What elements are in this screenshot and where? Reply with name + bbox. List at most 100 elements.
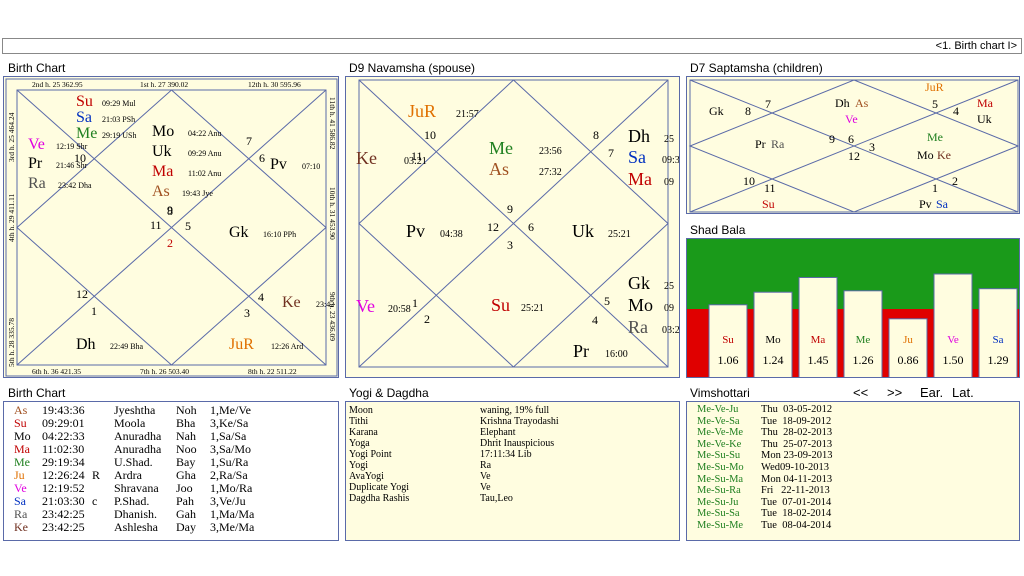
vim-period-row[interactable]: Me-Ve-Me Thu 28-02-2013 xyxy=(697,427,1019,439)
saptamsha-planet-sa: Sa xyxy=(936,197,949,211)
saptamsha-planet-ma: Ma xyxy=(977,96,994,110)
birth-planet-su: Su xyxy=(76,93,93,110)
vim-period-code: Me-Su-Me xyxy=(697,519,744,531)
navamsha-planet-detail: 25:21 xyxy=(521,303,544,314)
birth-table-cell-n: Ashlesha xyxy=(114,520,158,534)
vim-dasha-lord: Ju xyxy=(729,404,739,415)
saptamsha-diagram[interactable]: 8 7 5 49 612310 11 1 2GkDh AsVeJuRMaUkPr Ra MeMo Ke… xyxy=(687,77,1020,214)
saptamsha-planet-ve: Ve xyxy=(845,112,858,126)
vim-dasha-lord: Me xyxy=(697,496,711,508)
vim-dasha-lord: Sa xyxy=(729,508,740,520)
yogi-value: Tau,Leo xyxy=(480,493,513,504)
saptamsha-house-number: 8 xyxy=(745,104,751,118)
birth-planet-detail: 12:26 Ard xyxy=(271,342,303,351)
vim-period-code: Me-Ve-Me xyxy=(697,427,744,439)
saptamsha-planet-ke: Ke xyxy=(937,148,951,162)
birth-planet-uk: Uk xyxy=(152,143,172,160)
vim-period-row[interactable]: Me-Ve-Ju Thu 03-05-2012 xyxy=(697,404,1019,416)
saptamsha-planet-uk: Uk xyxy=(977,112,992,126)
birth-planet-pr: Pr xyxy=(28,155,43,172)
vim-prev-button[interactable]: << xyxy=(853,386,868,400)
birth-planet-detail: 29:19 USh xyxy=(102,131,136,140)
vim-period-row[interactable]: Me-Ve-Ke Thu 25-07-2013 xyxy=(697,439,1019,451)
vim-next-button[interactable]: >> xyxy=(887,386,902,400)
birth-table-cell-x: 3,Me/Ma xyxy=(210,520,255,534)
birth-table-cell-r xyxy=(92,443,114,456)
vim-period-row[interactable]: Me-Su-Ma Mon 04-11-2013 xyxy=(697,474,1019,486)
vim-dasha-lord: Mo xyxy=(729,461,744,473)
navamsha-planet-ve: Ve xyxy=(356,296,375,316)
yogi-title: Yogi & Dagdha xyxy=(349,386,429,400)
vim-dasha-lord: Su xyxy=(714,450,726,462)
birth-house-number: 3 xyxy=(244,306,250,320)
saptamsha-panel[interactable]: 8 7 5 4 9 6 12 3 10 11 1 2 Gk Dh As Ve JuR Ma Uk Pr Ra Me Mo Ke… xyxy=(686,76,1020,214)
birth-planet-detail: 09:29 Anu xyxy=(188,149,222,158)
shad-bala-panel: Su 1.06 Mo 1.24 Ma 1.45 Me 1.26 Ju 0.86 Ve 1.50 Sa 1.… xyxy=(686,238,1020,378)
navamsha-planet-detail: 21:57 xyxy=(456,109,479,120)
birth-chart-panel[interactable]: 2nd h. 25 362.95 1st h. 27 390.02 12th h. … xyxy=(3,76,339,378)
vim-dasha-lord: Me xyxy=(729,427,744,439)
vim-period-row[interactable]: Me-Su-Sa Tue 18-02-2014 xyxy=(697,508,1019,520)
birth-planet-detail: 23:42 Dha xyxy=(58,181,92,190)
navamsha-planet-uk: Uk xyxy=(572,221,594,241)
yogi-key: Karana xyxy=(349,427,378,438)
yogi-key: Yogi xyxy=(349,460,368,471)
vim-dasha-lord: Ma xyxy=(729,473,744,485)
top-nav-bar[interactable]: <1. Birth chart I> xyxy=(2,38,1022,54)
birth-planet-sa: Sa xyxy=(76,109,92,126)
vim-period-row[interactable]: Me-Su-Su Mon 23-09-2013 xyxy=(697,450,1019,462)
chart-selector-link[interactable]: <1. Birth chart I> xyxy=(936,40,1017,52)
vim-dasha-lord: Su xyxy=(714,473,726,485)
yogi-value: waning, 19% full xyxy=(480,405,550,416)
vim-later-button[interactable]: Lat. xyxy=(952,386,974,400)
vim-period-row[interactable]: Me-Su-Mo Wed09-10-2013 xyxy=(697,462,1019,474)
birth-planet-ra: Ra xyxy=(28,175,46,192)
birth-planet-as: As xyxy=(152,183,170,200)
navamsha-planet-detail: 25 xyxy=(664,134,674,145)
navamsha-house-number: 2 xyxy=(424,312,430,326)
yogi-row: Dagdha Rashis Tau,Leo xyxy=(349,493,679,504)
birth-house-number: 4 xyxy=(258,290,264,304)
birth-planet-mo: Mo xyxy=(152,123,174,140)
navamsha-diagram[interactable]: 101187912 631254JuR 21:57Ke 03:21Me 23:56As 2… xyxy=(346,77,680,378)
vim-dasha-lord: Me xyxy=(697,415,711,427)
vim-period-row[interactable]: Me-Ve-Sa Tue 18-09-2012 xyxy=(697,416,1019,428)
navamsha-house-number: 9 xyxy=(507,202,513,216)
birth-chart-diagram[interactable]: 2nd h. 25 362.95 1st h. 27 390.02 12th h. … xyxy=(4,77,339,378)
yogi-row: Moon waning, 19% full xyxy=(349,405,679,416)
navamsha-planet-su: Su xyxy=(491,295,510,315)
shad-bala-value-label: 1.50 xyxy=(943,353,964,367)
navamsha-planet-jur: JuR xyxy=(408,101,436,121)
house-strength-label: 1st h. 27 390.02 xyxy=(140,80,188,89)
birth-table-cell-r xyxy=(92,508,114,521)
vim-earlier-button[interactable]: Ear. xyxy=(920,386,943,400)
saptamsha-planet-jur: JuR xyxy=(925,80,944,94)
navamsha-panel[interactable]: 10 11 8 7 9 12 6 3 1 2 5 4 JuR 21:57 Ke 03:21 Me 23:56 As 2… xyxy=(345,76,680,378)
yogi-row: Yoga Dhrit Inauspicious xyxy=(349,438,679,449)
saptamsha-planet-me: Me xyxy=(927,130,943,144)
shad-bala-planet-label: Me xyxy=(856,334,871,346)
vim-period-code: Me-Ve-Ke xyxy=(697,438,742,450)
vim-period-code: Me-Su-Sa xyxy=(697,508,740,520)
saptamsha-planet-su: Su xyxy=(762,197,775,211)
yogi-key: Yoga xyxy=(349,438,370,449)
vim-period-date: Mon 04-11-2013 xyxy=(761,473,833,485)
house-strength-label: 5th h. 28 335.78 xyxy=(7,318,16,367)
vim-period-row[interactable]: Me-Su-Me Tue 08-04-2014 xyxy=(697,520,1019,532)
vim-dasha-lord: Su xyxy=(714,519,726,531)
birth-planet-me: Me xyxy=(76,125,97,142)
saptamsha-house-number: 11 xyxy=(764,181,776,195)
navamsha-house-number: 1 xyxy=(412,296,418,310)
vim-period-row[interactable]: Me-Su-Ra Fri 22-11-2013 xyxy=(697,485,1019,497)
saptamsha-planet-mo: Mo xyxy=(917,148,934,162)
vim-period-row[interactable]: Me-Su-Ju Tue 07-01-2014 xyxy=(697,497,1019,509)
shad-bala-planet-label: Ju xyxy=(903,334,913,346)
saptamsha-house-number: 4 xyxy=(953,104,959,118)
vimshottari-panel[interactable]: Me-Ve-Ju Thu 03-05-2012 Me-Ve-Sa Tue 18-09-… xyxy=(686,401,1020,541)
vim-period-date: Fri 22-11-2013 xyxy=(761,485,830,497)
yogi-row: Karana Elephant xyxy=(349,427,679,438)
navamsha-planet-detail: 27:32 xyxy=(539,167,562,178)
yogi-value: Elephant xyxy=(480,427,516,438)
vim-period-code: Me-Su-Ra xyxy=(697,485,741,497)
birth-planet-dh: Dh xyxy=(76,336,96,353)
